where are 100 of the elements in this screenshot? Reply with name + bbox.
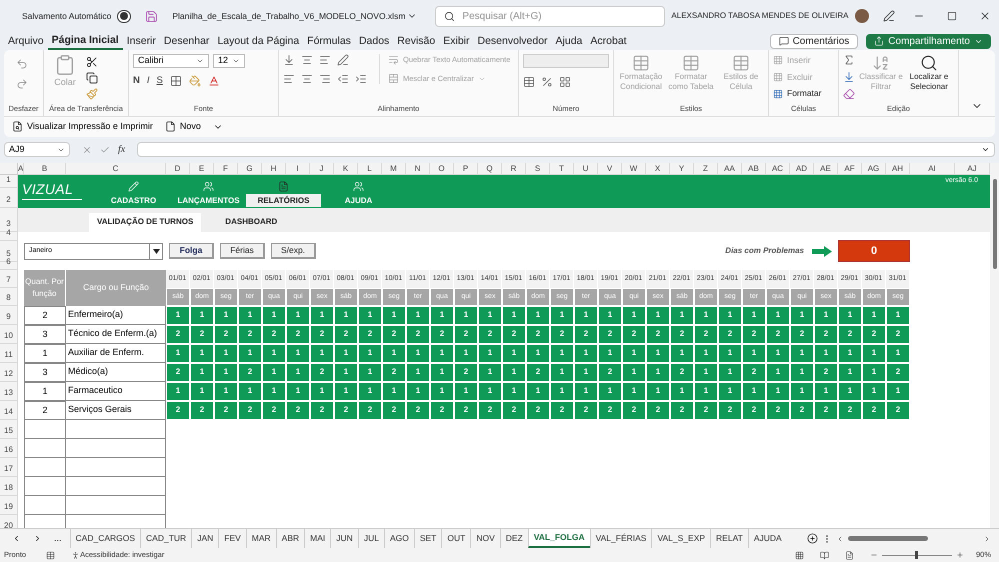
insert-function-button[interactable]: fx [118,142,126,158]
column-header[interactable]: V [598,162,622,175]
filter-button[interactable]: Férias [220,243,265,260]
shift-cell: 2 [382,400,406,420]
row-header[interactable]: 2 [0,188,18,208]
menu-tab[interactable]: Revisão [393,32,440,50]
column-header[interactable]: D [166,162,190,175]
more-sheets-button[interactable]: ... [54,532,62,546]
font-name-field[interactable]: Calibri [133,54,209,68]
menu-tab[interactable]: Fórmulas [303,32,355,50]
menu-tab[interactable]: Dados [354,32,394,50]
row-header[interactable]: 4 [0,232,18,241]
sheet-tab[interactable]: VAL_FOLGA [528,529,590,548]
column-header[interactable]: AA [718,162,742,175]
file-name[interactable]: Planilha_de_Escala_de_Trabalho_V6_MODELO_NOVO.xlsm [172,10,406,23]
print-preview-button[interactable]: Visualizar Impressão e Imprimir [12,120,153,134]
column-header[interactable]: W [622,162,646,175]
menu-tab[interactable]: Layout da Página [213,32,304,50]
column-header[interactable]: AH [886,162,910,175]
column-header[interactable]: A [18,162,24,175]
row-header[interactable]: 16 [0,438,18,458]
nav-tab[interactable]: CADASTRO [96,174,171,208]
row-header[interactable]: 1 [0,174,18,188]
column-header[interactable]: P [454,162,478,175]
filter-button[interactable]: S/exp. [271,243,316,260]
sub-tab[interactable]: DASHBOARD [217,212,286,232]
column-header[interactable]: U [574,162,598,175]
name-box[interactable]: AJ9 [4,142,70,158]
menu-tab[interactable]: Desenhar [160,32,214,50]
row-header[interactable]: 15 [0,420,18,439]
column-header[interactable]: AE [814,162,838,175]
menu-tab[interactable]: Desenvolvedor [474,32,552,50]
column-header[interactable]: AD [790,162,814,175]
font-style-button[interactable]: N [133,74,140,88]
nav-tab[interactable]: LANÇAMENTOS [171,174,246,208]
font-style-button[interactable]: S [156,74,163,88]
shift-cell: 2 [742,324,766,344]
column-header[interactable]: AF [838,162,862,175]
shift-cell: 1 [502,306,526,325]
row-header[interactable]: 12 [0,362,18,382]
column-header[interactable]: AC [766,162,790,175]
row-header[interactable]: 19 [0,496,18,515]
column-header[interactable]: C [66,162,166,175]
new-button[interactable]: Novo [164,120,201,134]
column-header[interactable]: L [358,162,382,175]
column-header[interactable]: Z [694,162,718,175]
column-header[interactable]: Y [670,162,694,175]
menu-tab[interactable]: Exibir [439,32,474,50]
column-header[interactable]: Q [478,162,502,175]
row-header[interactable]: 8 [0,288,18,306]
shift-cell: 1 [262,362,286,382]
comments-button[interactable]: Comentários [770,34,858,49]
column-header[interactable]: R [502,162,526,175]
font-size-field[interactable]: 12 [213,54,245,68]
nav-tab[interactable]: AJUDA [321,174,396,208]
row-header[interactable]: 17 [0,458,18,477]
user-name[interactable]: ALEXSANDRO TABOSA MENDES DE OLIVEIRA [671,10,848,22]
nav-tab[interactable]: RELATÓRIOS [246,174,321,208]
filter-button[interactable]: Folga [169,243,214,260]
menu-tab[interactable]: Arquivo [4,32,48,50]
row-header[interactable]: 18 [0,476,18,496]
column-header[interactable]: S [526,162,550,175]
row-header[interactable]: 11 [0,344,18,363]
share-button[interactable]: Compartilhamento [866,34,991,49]
editing-button[interactable]: Localizar e Selecionar [907,54,951,92]
column-header[interactable]: B [24,162,66,175]
column-header[interactable]: T [550,162,574,175]
menu-tab[interactable]: Acrobat [586,32,631,50]
column-header[interactable]: AI [910,162,955,175]
column-header[interactable]: AB [742,162,766,175]
row-header[interactable]: 20 [0,514,18,528]
menu-tab[interactable]: Ajuda [552,32,586,50]
row-header[interactable]: 9 [0,306,18,325]
row-header[interactable]: 10 [0,324,18,344]
column-header[interactable]: M [382,162,406,175]
column-header[interactable]: J [310,162,334,175]
row-header[interactable]: 13 [0,382,18,401]
sub-tab[interactable]: VALIDAÇÃO DE TURNOS [89,212,202,232]
cells-button[interactable]: Formatar [773,87,822,100]
shift-cell: 1 [406,344,430,363]
row-header[interactable]: 7 [0,270,18,288]
column-header[interactable]: O [430,162,454,175]
column-header[interactable]: G [238,162,262,175]
column-header[interactable]: I [286,162,310,175]
column-header[interactable]: AJ [955,162,990,175]
shift-cell: 2 [814,362,838,382]
column-header[interactable]: X [646,162,670,175]
column-header[interactable]: F [214,162,238,175]
shift-cell: 1 [334,306,358,325]
column-header[interactable]: AG [862,162,886,175]
column-header[interactable]: K [334,162,358,175]
column-header[interactable]: E [190,162,214,175]
shift-cell: 2 [478,324,502,344]
row-header[interactable]: 14 [0,400,18,420]
shift-cell: 1 [286,362,310,382]
menu-tab[interactable]: Inserir [122,32,160,50]
column-header[interactable]: N [406,162,430,175]
font-style-button[interactable]: I [146,74,150,88]
search-field[interactable]: Pesquisar (Alt+G) [435,6,666,27]
column-header[interactable]: H [262,162,286,175]
